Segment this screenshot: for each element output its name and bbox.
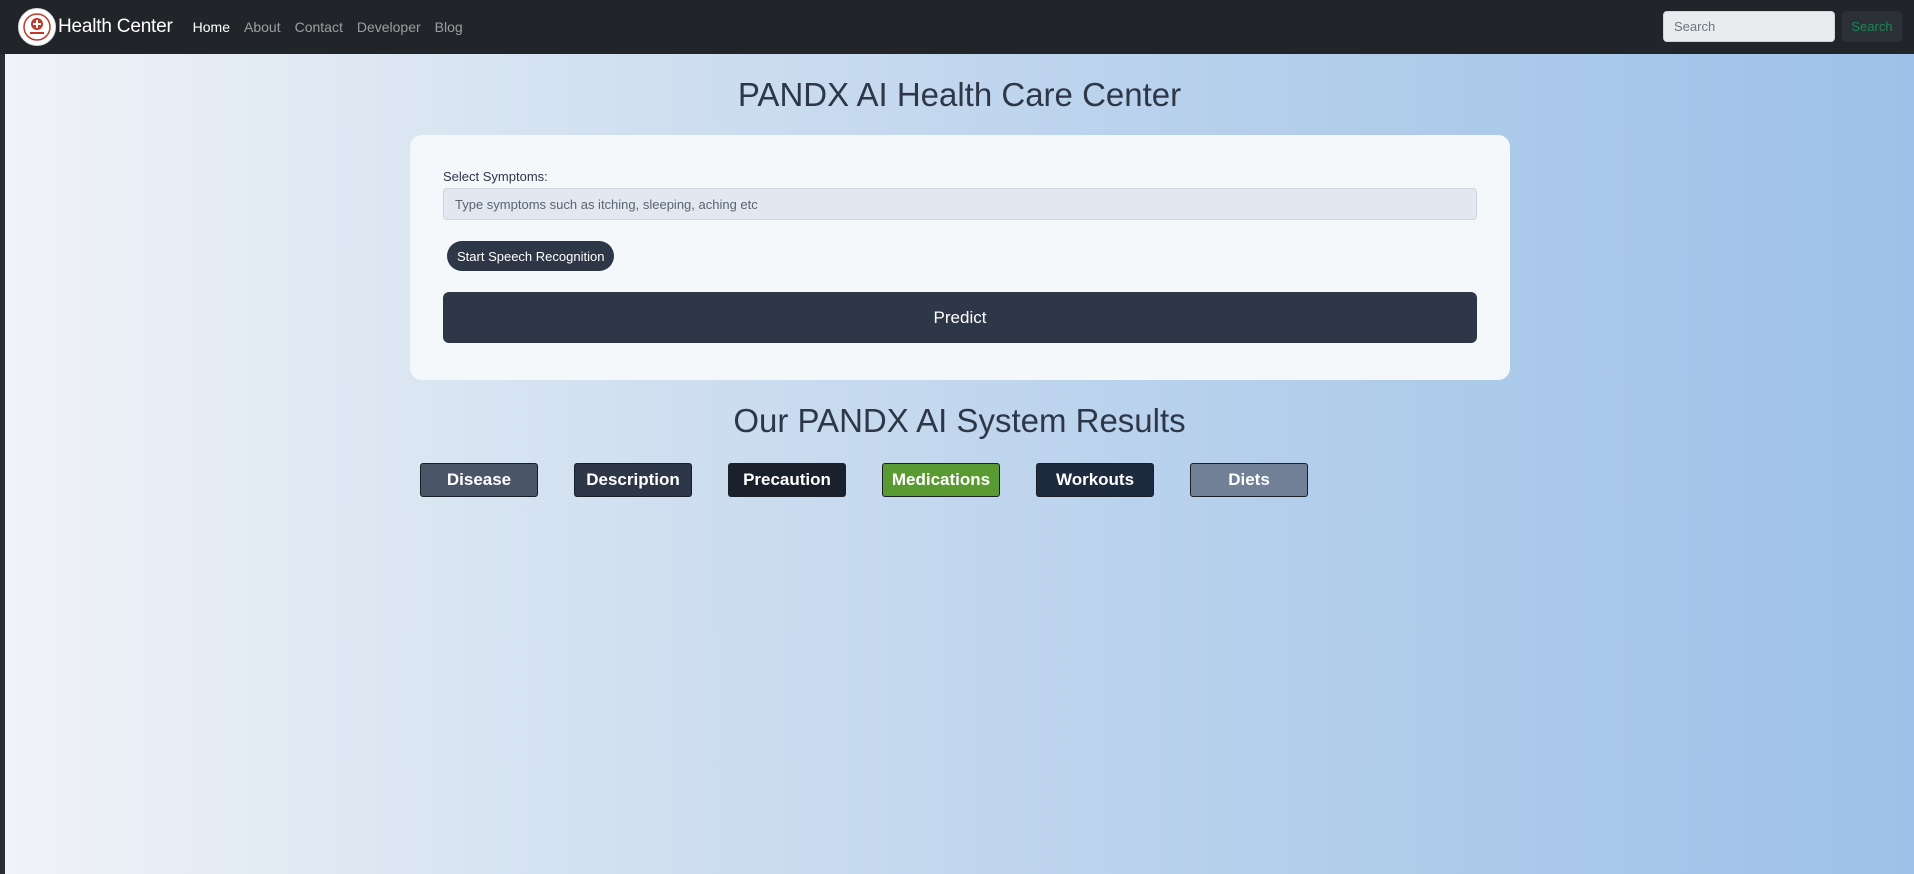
precaution-button[interactable]: Precaution — [728, 463, 846, 497]
disease-button[interactable]: Disease — [420, 463, 538, 497]
workouts-button[interactable]: Workouts — [1036, 463, 1154, 497]
description-button[interactable]: Description — [574, 463, 692, 497]
search-form: Search — [1663, 11, 1902, 42]
predict-button[interactable]: Predict — [443, 292, 1477, 343]
nav-link-about[interactable]: About — [244, 19, 281, 35]
nav-link-contact[interactable]: Contact — [295, 19, 343, 35]
nav-link-blog[interactable]: Blog — [435, 19, 463, 35]
results-title: Our PANDX AI System Results — [733, 402, 1186, 439]
start-speech-recognition-button[interactable]: Start Speech Recognition — [447, 241, 615, 271]
medications-button[interactable]: Medications — [882, 463, 1000, 497]
page-title: PANDX AI Health Care Center — [737, 76, 1182, 113]
search-input[interactable] — [1663, 11, 1835, 42]
result-buttons: Disease Description Precaution Medicatio… — [420, 463, 1344, 497]
main-content: PANDX AI Health Care Center Select Sympt… — [5, 54, 1914, 874]
search-button[interactable]: Search — [1842, 11, 1902, 42]
symptoms-label: Select Symptoms: — [443, 169, 548, 184]
navbar: Health Center Home About Contact Develop… — [0, 0, 1914, 54]
nav-link-developer[interactable]: Developer — [357, 19, 421, 35]
symptom-form-card: Select Symptoms: Start Speech Recognitio… — [410, 135, 1510, 380]
nav-links: Home About Contact Developer Blog — [193, 19, 477, 35]
nav-link-home[interactable]: Home — [193, 19, 230, 35]
health-center-logo-icon — [18, 8, 56, 46]
brand-name: Health Center — [58, 16, 173, 37]
diets-button[interactable]: Diets — [1190, 463, 1308, 497]
brand[interactable]: Health Center — [18, 8, 173, 46]
symptoms-input[interactable] — [443, 188, 1477, 220]
